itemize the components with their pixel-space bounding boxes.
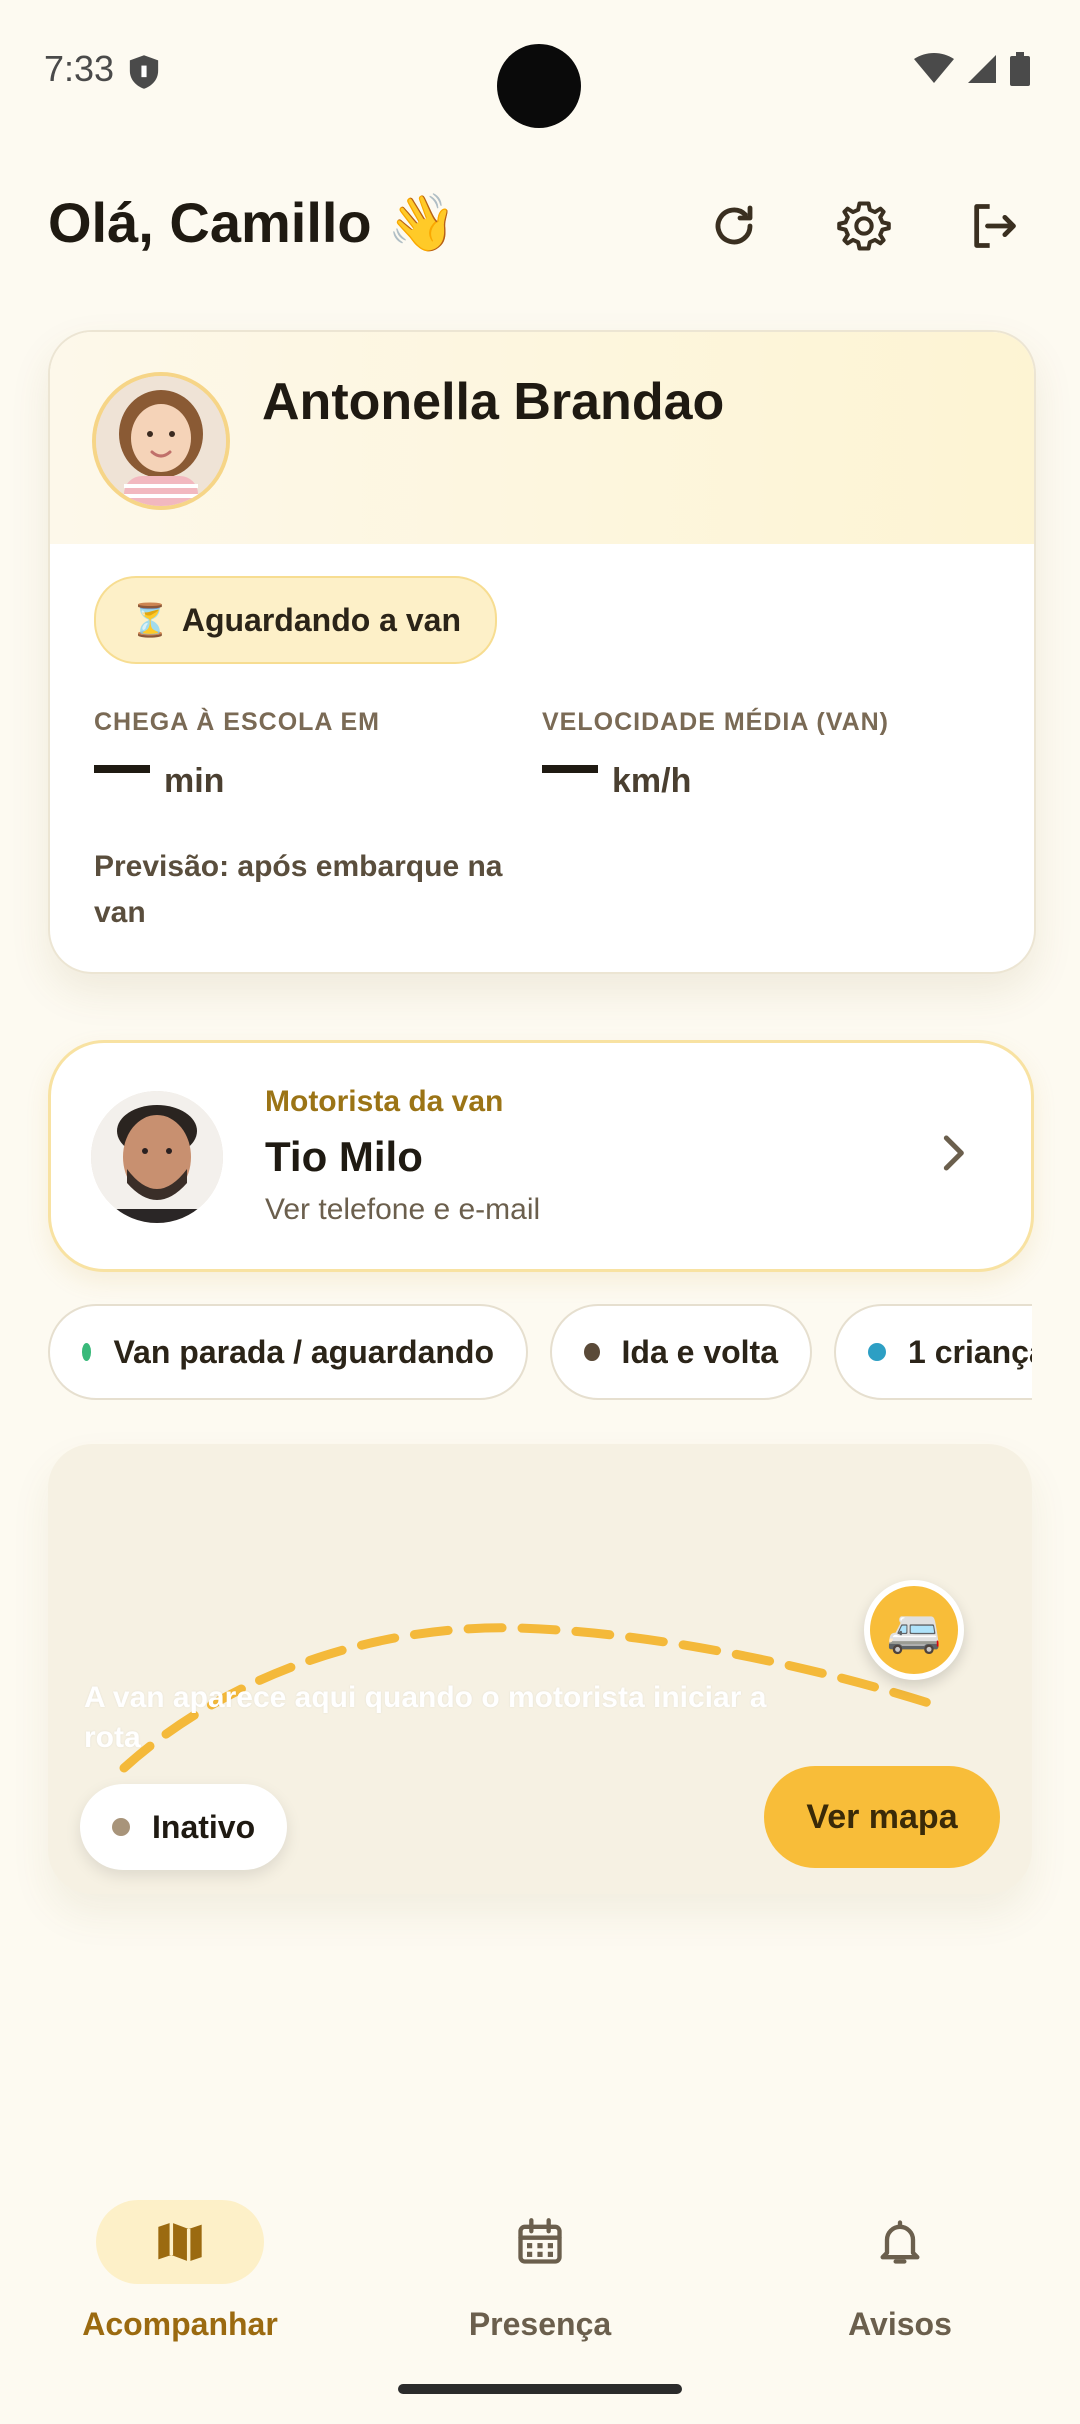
logout-icon [974,204,1016,248]
home-indicator[interactable] [398,2384,682,2394]
battery-icon [1010,52,1030,86]
logout-button[interactable] [964,196,1024,256]
map-status-chip: Inativo [80,1784,288,1870]
chip-label: 1 criança [908,1333,1032,1370]
nav-label: Acompanhar [82,2306,278,2342]
van-marker-icon: 🚐 [864,1580,964,1680]
eta-label: CHEGA À ESCOLA EM [94,708,380,736]
calendar-icon [518,2218,562,2264]
speed-unit: km/h [612,762,692,800]
nav-label: Avisos [848,2306,952,2342]
nav-pill [456,2200,624,2284]
nav-item-presenca[interactable]: Presença [390,2200,690,2343]
status-time: 7:33 [44,48,115,89]
settings-button[interactable] [834,196,894,256]
bell-icon [880,2220,920,2264]
chip-dot [868,1343,886,1361]
speed-value: km/h [542,762,691,801]
map-icon [158,2222,202,2262]
driver-role: Motorista da van [265,1085,504,1118]
nav-label: Presença [468,2306,612,2342]
wifi-icon [914,53,954,83]
speed-label: VELOCIDADE MÉDIA (VAN) [542,708,889,736]
map-status-label: Inativo [152,1808,256,1845]
hourglass-icon: ⏳ [130,602,170,638]
gear-icon [837,201,891,251]
waiting-status-label: Aguardando a van [181,601,461,638]
speed-placeholder-dash [542,765,598,773]
nav-item-acompanhar[interactable]: Acompanhar [30,2200,330,2343]
chip-label: Van parada / aguardando [113,1333,494,1370]
refresh-icon [715,205,753,245]
map-empty-message: A van aparece aqui quando o motorista in… [84,1681,767,1754]
waiting-status-chip: ⏳ Aguardando a van [94,576,497,664]
driver-contact-link[interactable]: Ver telefone e e-mail [265,1193,540,1227]
chip-children-count[interactable]: 1 criança [834,1304,1032,1400]
eta-placeholder-dash [94,765,150,773]
status-dot [112,1818,130,1836]
driver-avatar [91,1091,223,1223]
driver-name: Tio Milo [265,1133,423,1180]
view-map-button[interactable]: Ver mapa [764,1766,1000,1868]
status-chips: Van parada / aguardando Ida e volta 1 cr… [48,1304,1032,1408]
refresh-button[interactable] [704,196,764,256]
child-avatar [92,372,230,510]
chip-dot [82,1343,92,1361]
chip-van-status[interactable]: Van parada / aguardando [48,1304,528,1400]
greeting-title: Olá, Camillo 👋 [48,191,457,254]
child-name: Antonella Brandao [262,373,725,431]
chip-label: Ida e volta [621,1333,779,1370]
chip-trip-type[interactable]: Ida e volta [550,1304,812,1400]
camera-cutout [497,44,581,128]
nav-item-avisos[interactable]: Avisos [750,2200,1050,2343]
forecast-text: Previsão: após embarque na van [94,850,503,929]
signal-icon [968,55,996,83]
eta-unit: min [164,762,225,800]
nav-active-pill [96,2200,264,2284]
status-bar: 7:33 [0,0,1080,140]
child-card[interactable]: Antonella Brandao ⏳ Aguardando a van CHE… [48,330,1036,974]
shield-icon [129,55,159,89]
eta-value: min [94,762,224,801]
driver-card[interactable]: Motorista da van Tio Milo Ver telefone e… [48,1040,1034,1272]
chip-dot [584,1343,600,1361]
nav-pill [816,2200,984,2284]
map-preview-card[interactable]: A van aparece aqui quando o motorista in… [48,1444,1032,1894]
chevron-right-icon [943,1135,964,1171]
